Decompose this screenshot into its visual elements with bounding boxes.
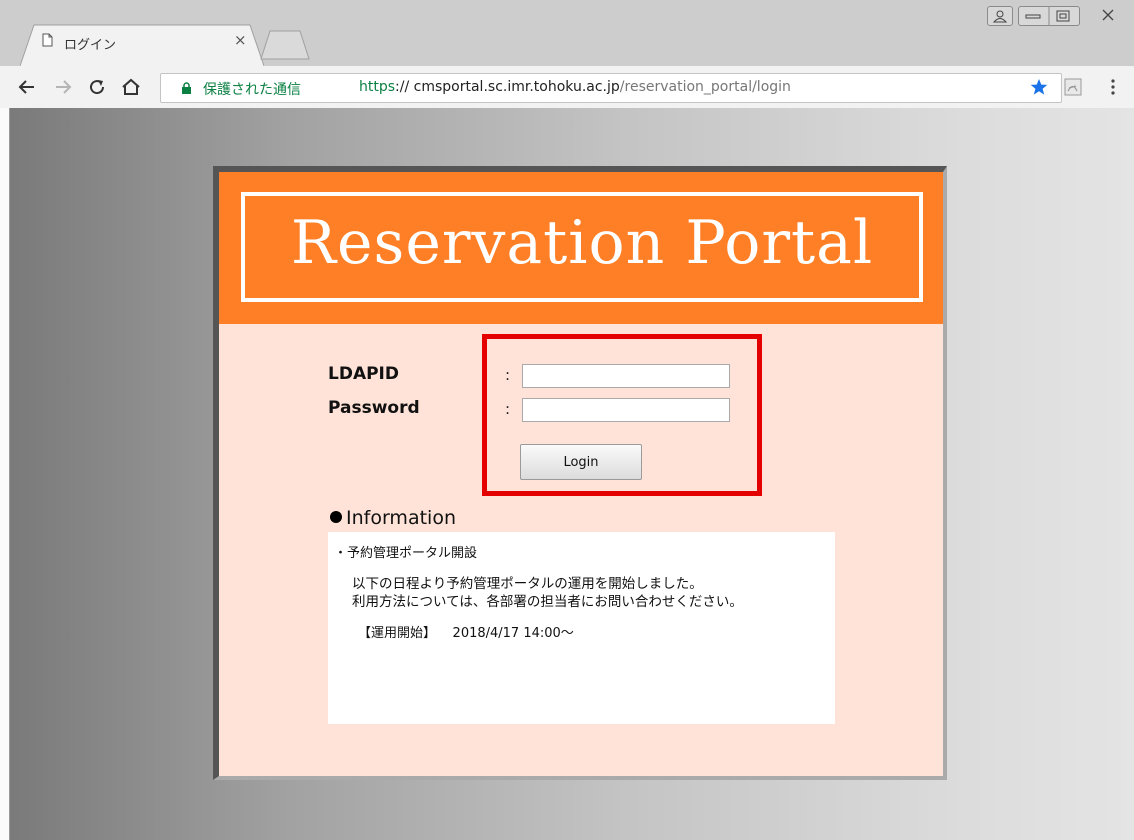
tab-shape [20, 24, 264, 67]
reload-icon[interactable] [86, 76, 108, 98]
browser-toolbar: 保護された通信 https:// cmsportal.sc.imr.tohoku… [0, 66, 1134, 109]
browser-window: ログイン × 保護された通信 https:// cmsportal.sc.imr… [0, 0, 1134, 840]
minimize-icon [1025, 14, 1041, 19]
pdf-extension-icon[interactable] [1064, 78, 1082, 96]
information-heading-text: Information [346, 507, 456, 529]
close-window-icon[interactable] [1096, 6, 1120, 24]
url-host: cmsportal.sc.imr.tohoku.ac.jp [409, 79, 620, 95]
tab-title: ログイン [64, 38, 117, 53]
home-icon[interactable] [120, 76, 142, 98]
new-tab-button[interactable] [260, 30, 310, 60]
banner-title: Reservation Portal [290, 208, 874, 278]
tab-login[interactable]: ログイン × [20, 24, 264, 67]
information-item-title: ・予約管理ポータル開設 [334, 546, 478, 561]
window-controls [1018, 6, 1080, 26]
lock-icon [182, 82, 191, 94]
url-scheme: https [359, 79, 396, 95]
url-text[interactable]: https:// cmsportal.sc.imr.tohoku.ac.jp/r… [359, 79, 791, 95]
information-heading: Information [330, 507, 456, 529]
secure-connection-label[interactable]: 保護された通信 [203, 79, 301, 99]
highlight-box [482, 334, 762, 496]
profile-icon[interactable] [987, 6, 1013, 26]
information-box: ・予約管理ポータル開設 以下の日程より予約管理ポータルの運用を開始しました。 利… [328, 532, 835, 724]
maximize-icon [1056, 10, 1070, 22]
document-icon [42, 33, 53, 47]
bullet-dot-icon [330, 511, 342, 523]
banner-frame: Reservation Portal [241, 192, 923, 302]
information-line-1: 以下の日程より予約管理ポータルの運用を開始しました。 [352, 576, 703, 592]
url-separator: :// [395, 79, 410, 95]
tab-strip: ログイン × [0, 0, 1134, 67]
url-path: /reservation_portal/login [619, 79, 791, 95]
address-bar[interactable]: 保護された通信 https:// cmsportal.sc.imr.tohoku… [160, 73, 1062, 103]
menu-icon[interactable] [1110, 78, 1116, 96]
bookmark-star-icon[interactable] [1030, 78, 1048, 96]
operation-start: 【運用開始】 2018/4/17 14:00～ [358, 622, 574, 641]
information-line-2: 利用方法については、各部署の担当者にお問い合わせください。 [352, 594, 743, 610]
forward-icon[interactable] [52, 76, 74, 98]
tab-close-icon[interactable]: × [234, 31, 247, 49]
banner: Reservation Portal [219, 172, 943, 324]
ldapid-label: LDAPID [328, 364, 399, 384]
operation-start-label: 【運用開始】 [358, 626, 437, 641]
operation-start-value: 2018/4/17 14:00～ [452, 626, 574, 641]
password-label: Password [328, 398, 420, 418]
window-left-edge [0, 108, 10, 840]
back-icon[interactable] [16, 76, 38, 98]
